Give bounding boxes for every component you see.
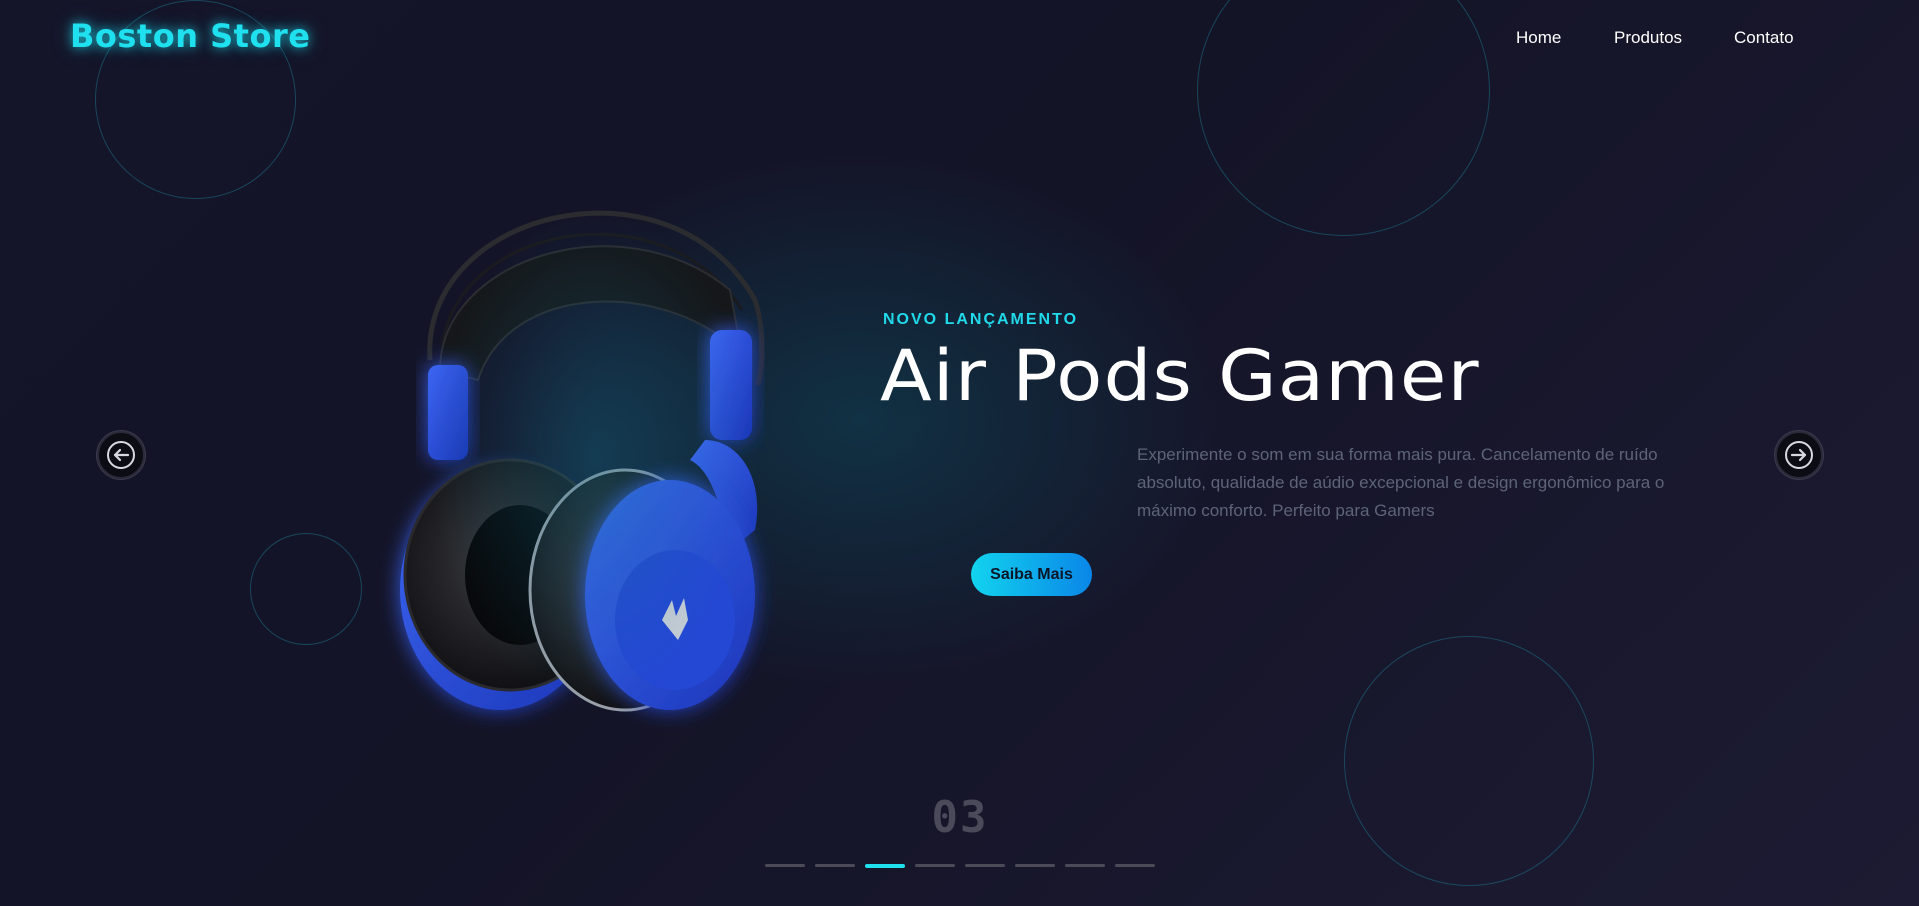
carousel-dot[interactable] bbox=[1015, 864, 1055, 867]
carousel-dot[interactable] bbox=[965, 864, 1005, 867]
arrow-right-icon bbox=[1785, 441, 1813, 469]
brand-logo[interactable]: Boston Store bbox=[70, 17, 310, 55]
slide-number: 03 bbox=[931, 792, 989, 843]
product-glow bbox=[430, 210, 760, 710]
next-slide-button[interactable] bbox=[1775, 431, 1823, 479]
arrow-left-icon bbox=[107, 441, 135, 469]
hero-title: Air Pods Gamer bbox=[880, 335, 1480, 417]
decorative-circle bbox=[1344, 636, 1594, 886]
product-image bbox=[370, 170, 790, 730]
decorative-circle bbox=[250, 533, 362, 645]
carousel-dot[interactable] bbox=[915, 864, 955, 867]
nav-produtos[interactable]: Produtos bbox=[1614, 28, 1682, 48]
carousel-dot[interactable] bbox=[1115, 864, 1155, 867]
hero-description: Experimente o som em sua forma mais pura… bbox=[1137, 445, 1665, 520]
carousel-dot[interactable] bbox=[1065, 864, 1105, 867]
carousel-dot[interactable] bbox=[865, 864, 905, 868]
nav-contato[interactable]: Contato bbox=[1734, 28, 1794, 48]
decorative-circle bbox=[1197, 0, 1490, 236]
landing-page: Boston Store Home Produtos Contato NOVO … bbox=[0, 0, 1919, 906]
saiba-mais-button[interactable]: Saiba Mais bbox=[971, 553, 1092, 596]
carousel-dot[interactable] bbox=[765, 864, 805, 867]
carousel-dot[interactable] bbox=[815, 864, 855, 867]
hero-kicker: NOVO LANÇAMENTO bbox=[883, 311, 1079, 328]
nav-home[interactable]: Home bbox=[1516, 28, 1561, 48]
prev-slide-button[interactable] bbox=[97, 431, 145, 479]
